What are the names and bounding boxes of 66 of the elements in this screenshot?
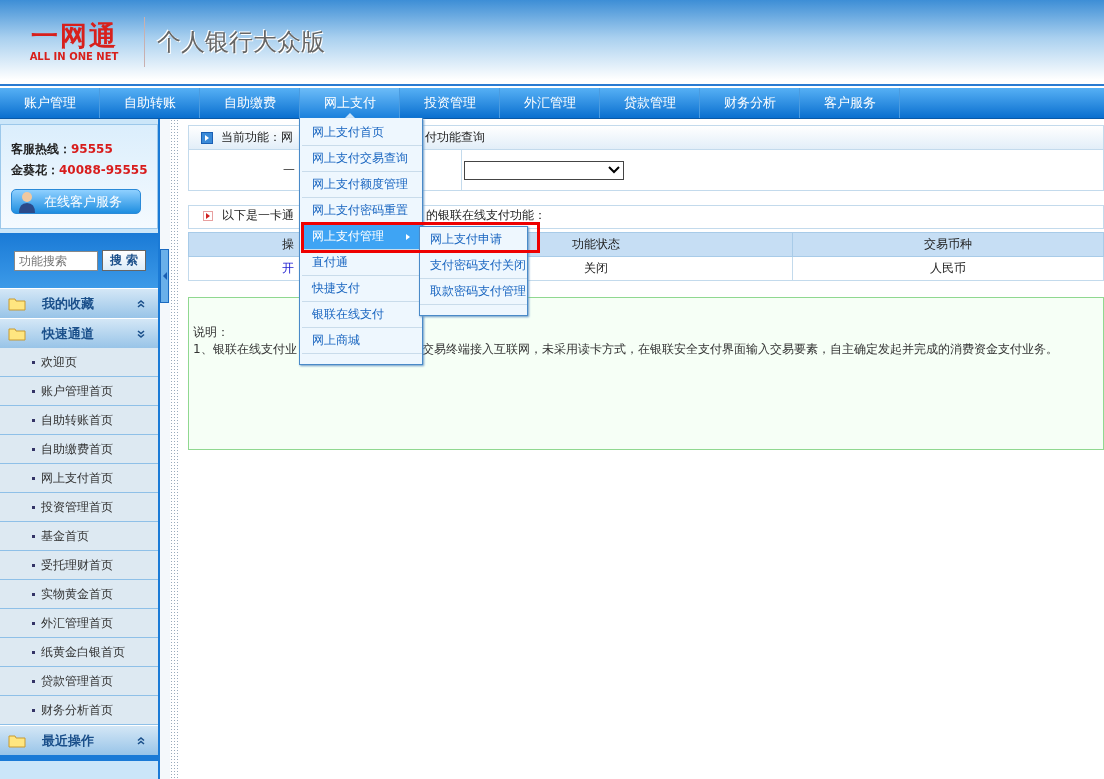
breadcrumb-label: 当前功能： [221,129,281,146]
sidebar-item[interactable]: 贷款管理首页 [0,667,158,696]
section-header[interactable]: 快速通道 [0,318,158,348]
vip-number: 40088-95555 [59,163,148,177]
sidebar-item[interactable]: 欢迎页 [0,348,158,377]
sidebar-item[interactable]: 基金首页 [0,522,158,551]
menu-item[interactable]: 网上商城 [302,328,422,354]
search-button[interactable]: 搜 索 [102,250,146,271]
sidebar-item[interactable]: 网上支付首页 [0,464,158,493]
sidebar-item[interactable]: 财务分析首页 [0,696,158,725]
nav-tab[interactable]: 自助转账 [100,88,200,118]
sidebar-item[interactable]: 账户管理首页 [0,377,158,406]
logo-text: 一网通 [30,21,118,51]
chevron-icon[interactable] [136,298,146,309]
note-text: 1、银联在线支付业 [193,341,298,358]
nav-tab[interactable]: 网上支付 [300,88,400,118]
chevron-icon[interactable] [136,328,146,339]
menu-item[interactable]: 取款密码支付管理 [420,279,527,305]
menu-item[interactable]: 网上支付额度管理 [302,172,422,198]
breadcrumb-text: 付功能查询 [425,129,485,146]
menu-item[interactable]: 网上支付密码重置 [302,198,422,224]
section-header[interactable]: 我的收藏 [0,288,158,318]
menu-item[interactable]: 支付密码支付关闭 [420,253,527,279]
column-header: 交易币种 [792,232,1104,257]
caret-icon [608,166,620,174]
search-field[interactable]: 功能搜索 [14,250,98,271]
hotline-label: 客服热线： [11,142,71,156]
breadcrumb-text: 网 [281,129,293,146]
sidebar-item[interactable]: 投资管理首页 [0,493,158,522]
note-title: 说明： [193,324,229,341]
section-title: 最近操作 [42,731,95,750]
sidebar-item[interactable]: 实物黄金首页 [0,580,158,609]
site-title: 个人银行大众版 [157,27,325,58]
person-icon [18,190,36,213]
menu-item[interactable]: 网上支付首页 [302,120,422,146]
sidebar-item[interactable]: 受托理财首页 [0,551,158,580]
table-cell: 人民币 [792,256,1104,281]
folder-icon [8,733,26,748]
info-text: 以下是一卡通 [222,209,294,222]
arrow-icon [203,211,213,221]
nav-tab[interactable]: 外汇管理 [500,88,600,118]
chevron-icon[interactable] [136,735,146,746]
info-text: 的银联在线支付功能： [426,209,546,222]
collapse-icon [162,272,167,280]
sidebar-item[interactable]: 纸黄金白银首页 [0,638,158,667]
nav-tab[interactable]: 贷款管理 [600,88,700,118]
folder-icon [8,326,26,341]
logo-subtitle: ALL IN ONE NET [29,51,119,63]
nav-tab[interactable]: 财务分析 [700,88,800,118]
note-text: 交易终端接入互联网，未采用读卡方式，在银联安全支付界面输入交易要素，自主确定发起并完成的消费资金支付业务。 [422,341,1058,358]
sidebar-item[interactable]: 外汇管理首页 [0,609,158,638]
section-header[interactable]: 最近操作 [0,725,158,755]
nav-tab[interactable]: 客户服务 [800,88,900,118]
section-title: 我的收藏 [42,294,95,313]
nav-tab[interactable]: 账户管理 [0,88,100,118]
account-select[interactable] [464,160,624,180]
folder-icon [8,296,26,311]
arrow-box-icon [201,131,213,144]
hotline-number: 95555 [71,142,113,156]
menu-item[interactable]: 网上支付交易查询 [302,146,422,172]
section-title: 快速通道 [42,324,95,343]
vip-label: 金葵花： [11,163,59,177]
collapse-handle[interactable] [160,249,169,303]
form-label: 一 [283,161,295,179]
sidebar-item[interactable]: 自助转账首页 [0,406,158,435]
sidebar-item[interactable]: 自助缴费首页 [0,435,158,464]
